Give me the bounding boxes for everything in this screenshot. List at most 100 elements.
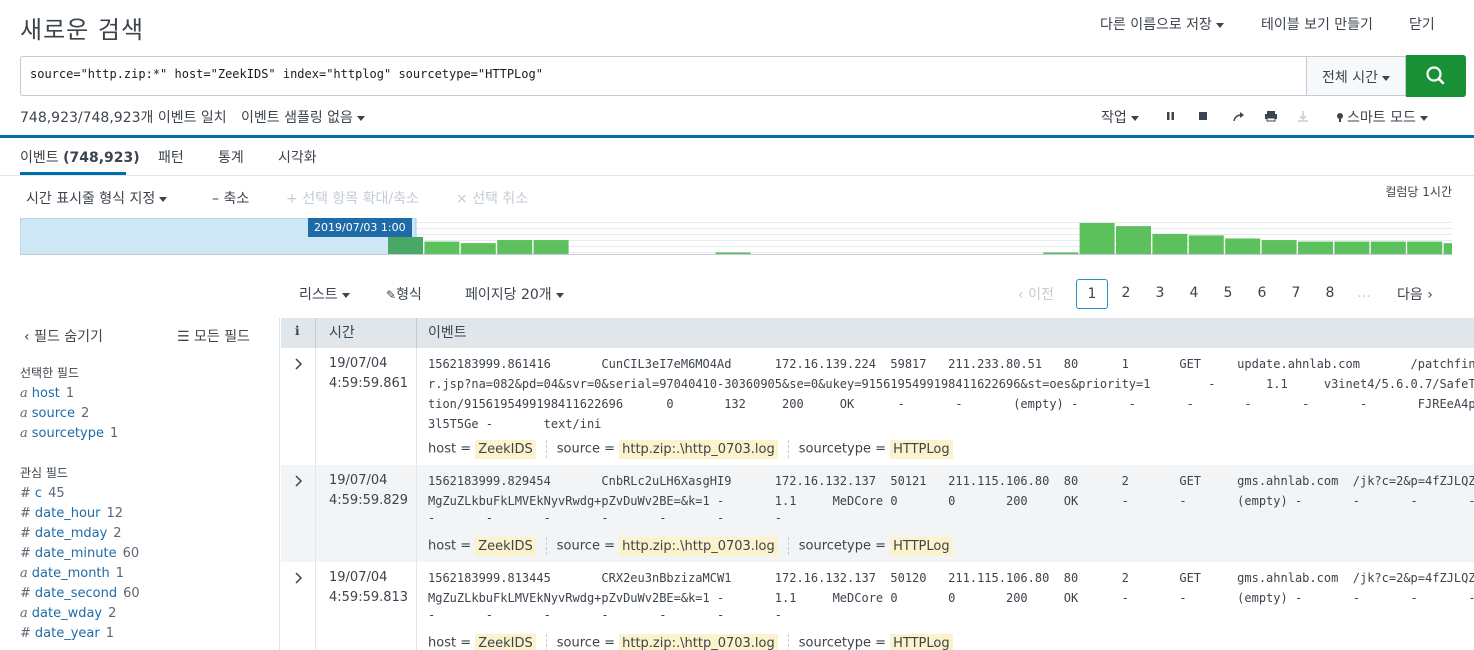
create-table-view-link[interactable]: 테이블 보기 만들기	[1261, 14, 1373, 34]
timeline-bar[interactable]	[1116, 226, 1151, 254]
share-button[interactable]	[1228, 106, 1250, 126]
timeline-bar[interactable]	[1443, 243, 1452, 254]
meta-host-value[interactable]: ZeekIDS	[475, 536, 536, 556]
per-column-label: 컬럼당 1시간	[1385, 185, 1452, 199]
expand-chevron-icon[interactable]	[291, 356, 307, 372]
meta-host-value[interactable]: ZeekIDS	[475, 439, 536, 459]
meta-sourcetype-value[interactable]: HTTPLog	[890, 439, 953, 459]
pause-button[interactable]	[1160, 106, 1182, 126]
timeline-bar[interactable]	[388, 236, 423, 254]
info-column-header: i	[295, 324, 300, 338]
stop-button[interactable]	[1192, 106, 1214, 126]
page-2[interactable]: 2	[1110, 279, 1142, 309]
save-as-menu[interactable]: 다른 이름으로 저장	[1100, 14, 1224, 34]
field-sourcetype[interactable]: a sourcetype 1	[20, 426, 118, 441]
column-divider	[315, 562, 316, 650]
timeline-bar[interactable]	[460, 243, 496, 254]
timeline-bar[interactable]	[1261, 240, 1297, 254]
next-page-label: 다음	[1397, 287, 1423, 303]
prev-page-button[interactable]: ‹ 이전	[1018, 284, 1054, 304]
field-source[interactable]: a source 2	[20, 406, 89, 421]
timeline-bar[interactable]	[715, 252, 751, 254]
tab-visualization[interactable]: 시각화	[278, 147, 317, 167]
timeline-chart[interactable]	[20, 218, 1452, 255]
meta-host-value[interactable]: ZeekIDS	[475, 633, 536, 650]
timeline-selected-date: 2019/07/03 1:00	[308, 218, 412, 237]
timeline-bar[interactable]	[1298, 241, 1333, 254]
all-fields-button[interactable]: ☰ 모든 필드	[177, 326, 250, 346]
field-count: 1	[105, 626, 115, 641]
string-type-icon: a	[20, 566, 28, 581]
close-link[interactable]: 닫기	[1409, 14, 1435, 34]
field-name: date_minute	[34, 546, 117, 561]
field-date-month[interactable]: a date_month 1	[20, 566, 124, 581]
zoom-out-button[interactable]: – 축소	[212, 188, 249, 208]
per-page-menu[interactable]: 페이지당 20개	[465, 284, 564, 304]
time-range-picker[interactable]: 전체 시간	[1306, 56, 1406, 96]
page-4[interactable]: 4	[1178, 279, 1210, 309]
field-date-mday[interactable]: # date_mday 2	[20, 526, 122, 541]
chevron-down-icon	[356, 115, 365, 121]
timeline-bar[interactable]	[424, 241, 460, 254]
job-label: 작업	[1101, 110, 1127, 126]
timeline-bar[interactable]	[1370, 241, 1406, 254]
list-view-menu[interactable]: 리스트	[299, 284, 350, 304]
meta-sourcetype-value[interactable]: HTTPLog	[890, 536, 953, 556]
page-5[interactable]: 5	[1212, 279, 1244, 309]
tab-patterns[interactable]: 패턴	[158, 147, 184, 167]
timeline-bar[interactable]	[1188, 235, 1224, 254]
meta-sourcetype-value[interactable]: HTTPLog	[890, 633, 953, 650]
sampling-menu[interactable]: 이벤트 샘플링 없음	[241, 107, 365, 127]
tab-events[interactable]: 이벤트 (748,923)	[20, 147, 140, 167]
timeline-bar[interactable]	[1079, 223, 1115, 254]
timeline-bar[interactable]	[1152, 233, 1188, 254]
page-3[interactable]: 3	[1144, 279, 1176, 309]
timeline-bar[interactable]	[1225, 238, 1261, 255]
page-6[interactable]: 6	[1246, 279, 1278, 309]
field-c[interactable]: # c 45	[20, 486, 65, 501]
page-1[interactable]: 1	[1076, 279, 1108, 309]
timeline-bar[interactable]	[1334, 241, 1370, 254]
meta-source-value[interactable]: http.zip:.\http_0703.log	[619, 633, 778, 650]
plus-icon: +	[286, 191, 303, 207]
field-date-year[interactable]: # date_year 1	[20, 626, 114, 641]
time-column-header[interactable]: 시간	[329, 322, 355, 342]
zoom-selection-button[interactable]: + 선택 항목 확대/축소	[286, 188, 419, 208]
list-icon: ☰	[177, 329, 195, 345]
timeline-bar[interactable]	[497, 240, 533, 254]
next-page-button[interactable]: 다음 ›	[1397, 284, 1433, 304]
meta-source-key: source =	[556, 635, 615, 650]
page-7[interactable]: 7	[1280, 279, 1312, 309]
hide-fields-button[interactable]: ‹ 필드 숨기기	[24, 326, 103, 346]
field-date-wday[interactable]: a date_wday 2	[20, 606, 116, 621]
job-menu[interactable]: 작업	[1101, 107, 1139, 127]
search-mode-menu[interactable]: 스마트 모드	[1335, 107, 1428, 127]
print-button[interactable]	[1260, 106, 1282, 126]
deselect-button[interactable]: × 선택 취소	[456, 188, 528, 208]
timeline-bar[interactable]	[533, 240, 569, 254]
timeline-bar[interactable]	[1043, 252, 1079, 254]
export-button[interactable]	[1292, 106, 1314, 126]
field-host[interactable]: a host 1	[20, 386, 74, 401]
timeline-format-menu[interactable]: 시간 표시줄 형식 지정	[26, 188, 168, 208]
field-date-hour[interactable]: # date_hour 12	[20, 506, 123, 521]
field-count: 12	[106, 506, 124, 521]
expand-chevron-icon[interactable]	[291, 473, 307, 489]
timeline-bar[interactable]	[1407, 241, 1443, 254]
event-raw-line: - - - - - - -	[428, 511, 783, 525]
close-icon: ×	[456, 191, 473, 207]
search-button[interactable]	[1406, 55, 1466, 97]
expand-chevron-icon[interactable]	[291, 570, 307, 586]
meta-source-key: source =	[556, 441, 615, 457]
format-button[interactable]: ✎형식	[386, 284, 422, 304]
meta-source-value[interactable]: http.zip:.\http_0703.log	[619, 439, 778, 459]
share-icon	[1233, 112, 1244, 122]
page-8[interactable]: 8	[1314, 279, 1346, 309]
search-input[interactable]: source="http.zip:*" host="ZeekIDS" index…	[20, 56, 1307, 96]
chevron-down-icon	[1419, 115, 1428, 121]
field-date-second[interactable]: # date_second 60	[20, 586, 140, 601]
field-date-minute[interactable]: # date_minute 60	[20, 546, 139, 561]
chevron-down-icon	[555, 292, 564, 298]
meta-source-value[interactable]: http.zip:.\http_0703.log	[619, 536, 778, 556]
tab-statistics[interactable]: 통계	[218, 147, 244, 167]
